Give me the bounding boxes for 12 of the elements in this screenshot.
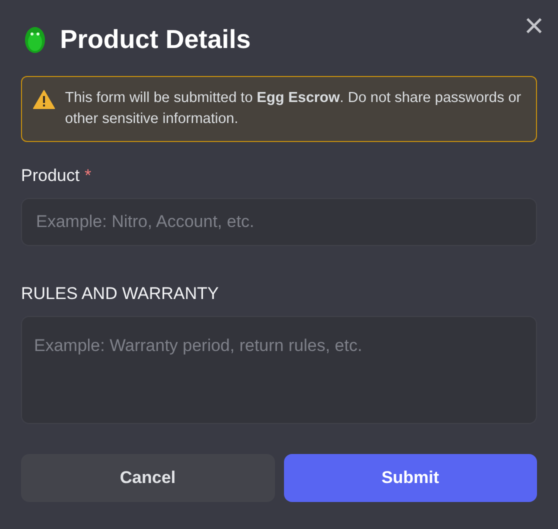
field-label: Product [21,166,80,186]
field-label: RULES AND WARRANTY [21,284,219,304]
notice-text: This form will be submitted to Egg Escrow. Do not share passwords or other sensitive information. [65,89,522,129]
dialog-title: Product Details [60,23,251,56]
egg-icon [24,24,46,54]
input-field[interactable]: Example: Nitro, Account, etc. [21,198,537,246]
close-button[interactable]: × [524,10,544,42]
submit-button[interactable]: Submit [284,454,537,502]
required-mark: * [84,166,92,186]
textarea-field[interactable]: Example: Warranty period, return rules, etc. [21,316,537,424]
warning-icon [33,90,55,109]
cancel-button[interactable]: Cancel [21,454,274,502]
